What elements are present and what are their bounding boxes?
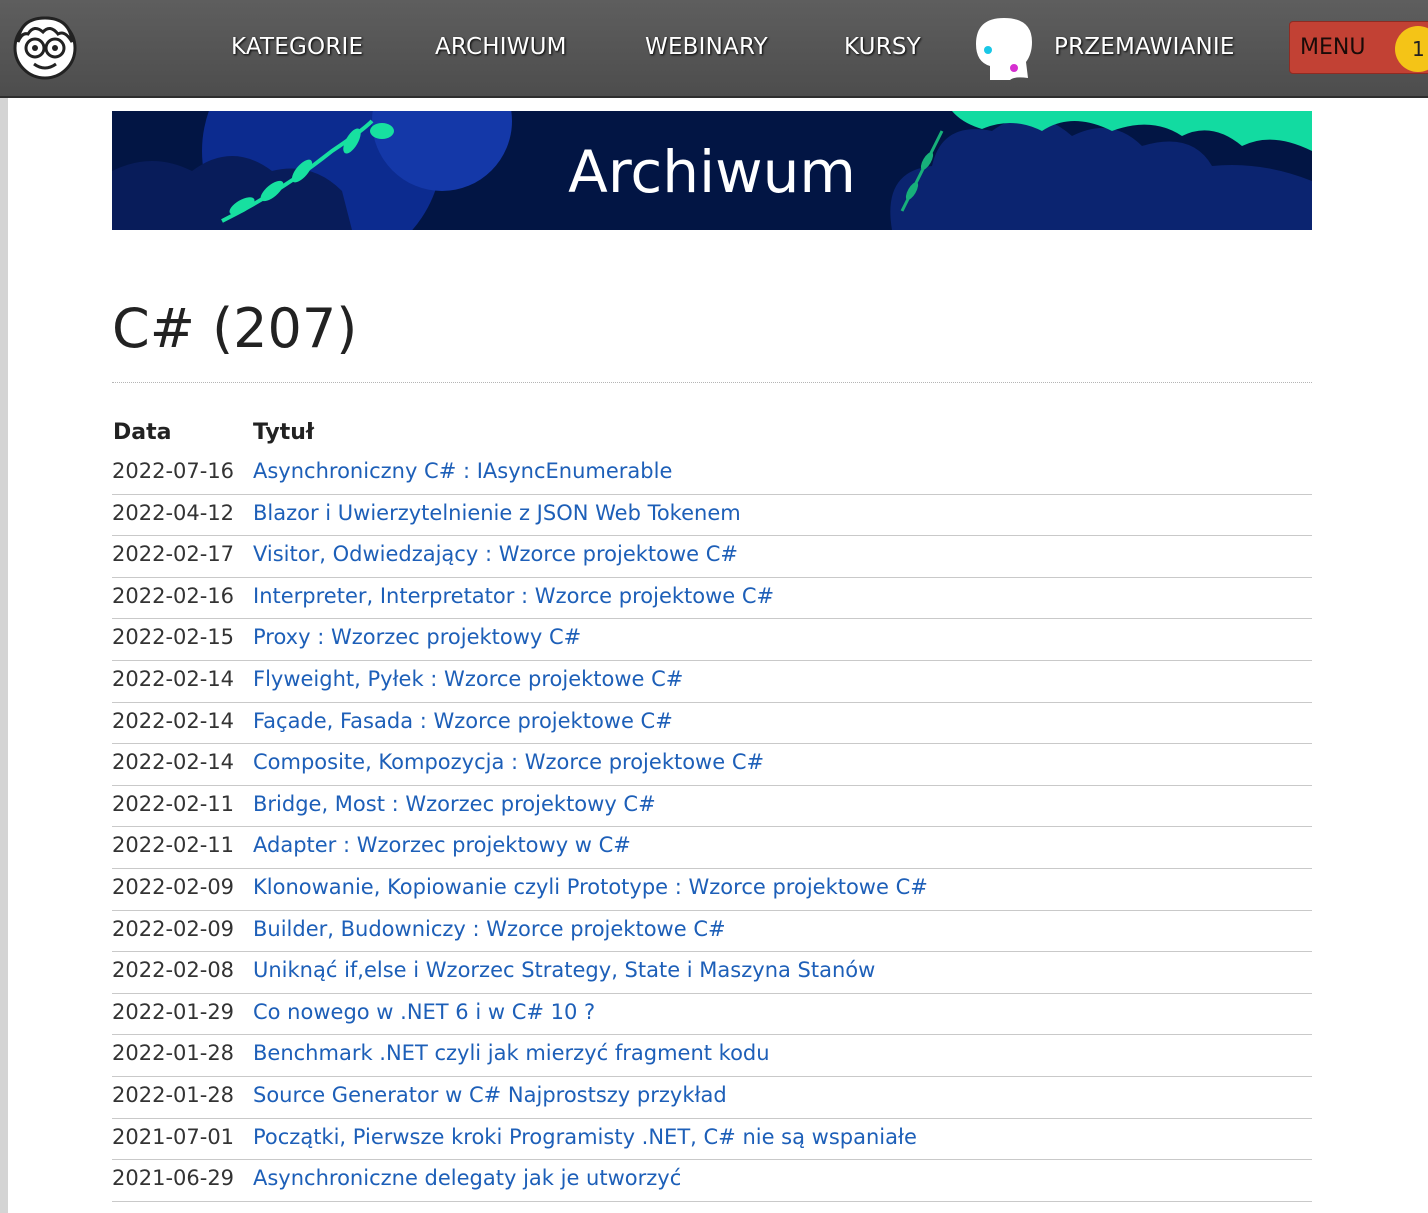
row-title-link[interactable]: Bridge, Most : Wzorzec projektowy C#: [253, 792, 656, 816]
table-row: 2022-02-09 Klonowanie, Kopiowanie czyli P…: [112, 869, 1312, 911]
main-content: Archiwum C# (207) Data Tytuł 2022-07-16 A…: [8, 98, 1428, 1213]
row-date: 2021-06-29: [112, 1166, 235, 1191]
column-header-date: Data: [113, 420, 172, 445]
nav-archiwum[interactable]: ARCHIWUM: [435, 34, 567, 60]
column-header-title: Tytuł: [253, 420, 315, 445]
nav-kursy[interactable]: KURSY: [844, 34, 921, 60]
row-date: 2022-01-28: [112, 1082, 235, 1107]
table-row: 2022-07-16 Asynchroniczny C# : IAsyncEnum…: [112, 453, 1312, 495]
row-date: 2022-01-28: [112, 1041, 235, 1066]
row-title-link[interactable]: Composite, Kompozycja : Wzorce projektow…: [253, 750, 764, 774]
row-date: 2022-02-11: [112, 833, 235, 858]
row-title-link[interactable]: Klonowanie, Kopiowanie czyli Prototype :…: [253, 875, 928, 899]
row-date: 2022-01-29: [112, 999, 235, 1024]
title-divider: [112, 382, 1312, 383]
table-row: 2021-07-01 Początki, Pierwsze kroki Progr…: [112, 1119, 1312, 1161]
table-row: 2022-02-17 Visitor, Odwiedzający : Wzorce…: [112, 536, 1312, 578]
row-date: 2022-02-17: [112, 542, 235, 567]
table-row: 2022-02-14 Composite, Kompozycja : Wzorce…: [112, 744, 1312, 786]
table-row: 2022-02-14 Flyweight, Pyłek : Wzorce proj…: [112, 661, 1312, 703]
table-row: 2022-02-11 Adapter : Wzorzec projektowy w…: [112, 827, 1312, 869]
menu-button-label: MENU: [1300, 35, 1366, 60]
row-title-link[interactable]: Benchmark .NET czyli jak mierzyć fragmen…: [253, 1041, 770, 1065]
row-date: 2022-02-08: [112, 958, 235, 983]
nav-kategorie[interactable]: KATEGORIE: [231, 34, 363, 60]
archive-table: 2022-07-16 Asynchroniczny C# : IAsyncEnum…: [112, 453, 1312, 1202]
table-row: 2022-01-29 Co nowego w .NET 6 i w C# 10 ?: [112, 994, 1312, 1036]
row-date: 2022-04-12: [112, 500, 235, 525]
row-title-link[interactable]: Source Generator w C# Najprostszy przykł…: [253, 1083, 727, 1107]
nav-webinary[interactable]: WEBINARY: [645, 34, 768, 60]
row-title-link[interactable]: Adapter : Wzorzec projektowy w C#: [253, 833, 631, 857]
row-title-link[interactable]: Początki, Pierwsze kroki Programisty .NE…: [253, 1125, 917, 1149]
row-date: 2022-02-09: [112, 874, 235, 899]
table-row: 2022-02-08 Uniknąć if,else i Wzorzec Stra…: [112, 952, 1312, 994]
row-date: 2022-02-14: [112, 750, 235, 775]
row-date: 2021-07-01: [112, 1124, 235, 1149]
banner-title: Archiwum: [568, 138, 856, 206]
row-title-link[interactable]: Visitor, Odwiedzający : Wzorce projektow…: [253, 542, 738, 566]
table-row: 2022-02-11 Bridge, Most : Wzorzec projekt…: [112, 786, 1312, 828]
speaking-head-icon[interactable]: [970, 10, 1040, 86]
table-row: 2022-02-16 Interpreter, Interpretator : W…: [112, 578, 1312, 620]
table-row: 2021-06-29 Asynchroniczne delegaty jak je…: [112, 1160, 1312, 1202]
archive-banner: Archiwum: [112, 111, 1312, 230]
row-date: 2022-02-15: [112, 625, 235, 650]
row-title-link[interactable]: Asynchroniczne delegaty jak je utworzyć: [253, 1166, 681, 1190]
row-date: 2022-02-11: [112, 791, 235, 816]
top-navigation-bar: KATEGORIE ARCHIWUM WEBINARY KURSY PRZEMA…: [0, 0, 1428, 98]
row-title-link[interactable]: Builder, Budowniczy : Wzorce projektowe …: [253, 917, 726, 941]
row-title-link[interactable]: Façade, Fasada : Wzorce projektowe C#: [253, 709, 673, 733]
table-row: 2022-04-12 Blazor i Uwierzytelnienie z JS…: [112, 495, 1312, 537]
row-title-link[interactable]: Uniknąć if,else i Wzorzec Strategy, Stat…: [253, 958, 875, 982]
row-date: 2022-07-16: [112, 459, 235, 483]
page-title: C# (207): [112, 297, 358, 360]
row-title-link[interactable]: Asynchroniczny C# : IAsyncEnumerable: [253, 459, 672, 483]
site-logo-icon[interactable]: [10, 12, 80, 84]
row-title-link[interactable]: Blazor i Uwierzytelnienie z JSON Web Tok…: [253, 501, 741, 525]
row-date: 2022-02-14: [112, 666, 235, 691]
table-row: 2022-02-14 Façade, Fasada : Wzorce projek…: [112, 703, 1312, 745]
row-title-link[interactable]: Proxy : Wzorzec projektowy C#: [253, 625, 581, 649]
table-row: 2022-01-28 Source Generator w C# Najprost…: [112, 1077, 1312, 1119]
table-row: 2022-01-28 Benchmark .NET czyli jak mierz…: [112, 1035, 1312, 1077]
row-date: 2022-02-09: [112, 916, 235, 941]
table-row: 2022-02-09 Builder, Budowniczy : Wzorce p…: [112, 911, 1312, 953]
nav-przemawianie[interactable]: PRZEMAWIANIE: [1054, 34, 1235, 60]
row-title-link[interactable]: Flyweight, Pyłek : Wzorce projektowe C#: [253, 667, 683, 691]
row-title-link[interactable]: Co nowego w .NET 6 i w C# 10 ?: [253, 1000, 595, 1024]
row-date: 2022-02-14: [112, 708, 235, 733]
table-row: 2022-02-15 Proxy : Wzorzec projektowy C#: [112, 619, 1312, 661]
row-date: 2022-02-16: [112, 583, 235, 608]
row-title-link[interactable]: Interpreter, Interpretator : Wzorce proj…: [253, 584, 774, 608]
